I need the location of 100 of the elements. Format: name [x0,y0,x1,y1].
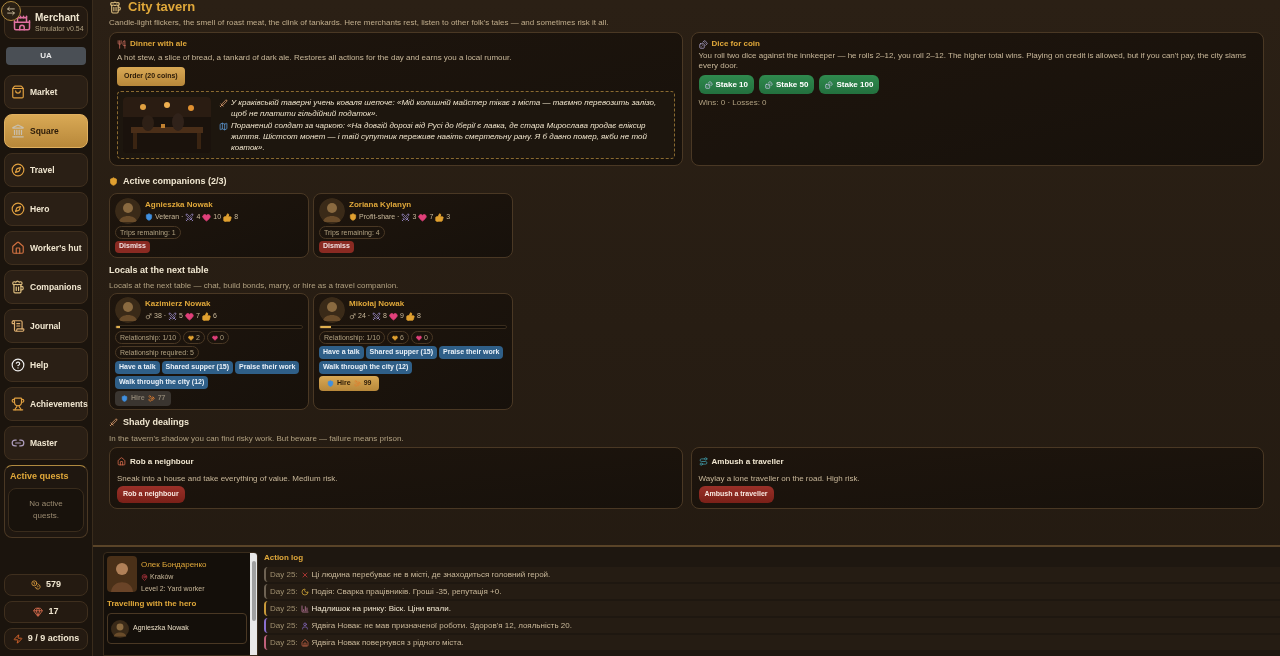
nav-item[interactable]: Companions [4,270,88,304]
log-title: Action log [264,552,305,564]
card-text: A hot stew, a slice of bread, a tankard of dark ale. Restores all actions for the day and earns you a local rumour. [117,52,513,64]
card-title: Dice for coin [711,38,760,50]
compass-icon [11,163,25,177]
moon-icon [300,587,309,596]
castle-icon [13,13,31,32]
bank-icon [11,124,25,138]
collapse-button[interactable] [1,1,21,21]
shield-icon [349,213,357,221]
utensils-icon [117,39,126,49]
mug-icon [11,280,25,294]
empty-quests-text: No active quests. [28,497,64,522]
log-day: Day 25: [270,585,298,598]
log-day: Day 25: [270,636,298,649]
job-title: Ambush a traveller [711,455,784,468]
card-text: You roll two dice against the innkeeper — he rolls 2–12, you roll 2–12. The higher total wins. Playing on credit is allowed, but if you can't pay, the city slams every door. [698,51,1247,71]
dice-icon [698,39,708,49]
nav-item[interactable]: Worker's hut [4,231,88,265]
job-text: Waylay a lone traveller on the road. High risk. [698,472,861,485]
log-text: Ядвіга Новак: не мав призначеної роботи. Здоров'я 12, лояльність 20. [311,619,572,632]
stake-button[interactable]: Stake 10 [698,75,754,94]
section-title: Locals at the next table [109,263,210,277]
log-text: Ядвіга Новак повернувся з рідного міста. [311,636,464,649]
nav-item[interactable]: Help [4,348,88,382]
heart-icon [415,334,422,341]
chart-icon [300,604,309,613]
bag-icon [11,85,25,99]
section-intro: In the tavern's shadow you can find risky work. But beware — failure means prison. [109,432,405,445]
swords-icon [401,212,411,222]
hero-name: Олек Бондаренко [141,559,207,571]
companion-name: Agnieszka Nowak [145,198,214,211]
road-icon [698,457,708,466]
house-icon [117,457,126,466]
travelling-title: Travelling with the hero [107,598,198,610]
log-text: Надлишок на ринку: Віск. Ціни впали. [311,602,451,615]
dagger-icon [109,418,118,428]
shield-icon [327,380,334,387]
nav-item[interactable]: Hero [4,192,88,226]
thumbs-up-icon [405,312,415,321]
rumour-text: У краківській таверні учень коваля шепоче: «Мій колишній майстер тікає з міста — таємно перевозить залізо, щоб не платити гільдійний податок». [231,97,658,119]
section-title: Active companions (2/3) [123,175,227,188]
thumbs-up-icon [223,212,233,222]
map-icon [219,122,228,131]
section-title: Shady dealings [123,416,190,429]
cross-icon [300,570,309,579]
card-title: Dinner with ale [130,38,187,50]
nav-item[interactable]: Market [4,75,88,109]
log-text: Подія: Сварка працівників. Гроші -35, репутація +0. [311,585,502,598]
page-title: City tavern [128,0,196,17]
heart-icon [418,212,428,222]
brand-title: Merchant [35,13,81,23]
male-icon [349,313,356,320]
thumbs-up-icon [201,312,211,321]
coins-icon [31,580,41,590]
companion-name: Zoriana Kylanyn [349,198,413,211]
shield-icon [145,213,153,221]
dice-icon [704,80,713,89]
heart-icon [184,312,194,321]
job-text: Sneak into a house and take everything of value. Medium risk. [117,472,339,485]
heart-icon [392,334,399,341]
compass-icon [11,202,25,216]
portrait [319,197,345,224]
log-day: Day 25: [270,568,298,581]
log-day: Day 25: [270,602,298,615]
heart-icon [388,312,398,321]
stake-button[interactable]: Stake 50 [758,75,815,94]
nav-item[interactable]: Achievements [4,387,88,421]
scroll-icon [11,319,25,333]
male-icon [145,313,152,320]
quests-title: Active quests [9,470,70,483]
dice-icon [764,80,773,89]
page-intro: Candle-light flickers, the smell of roast meat, the clink of tankards. Here merchants rest, listen to other folk's tales — and sometimes risk it all. [109,17,610,29]
dice-record: Wins: 0 · Losses: 0 [698,97,768,109]
nav-item[interactable]: Journal [4,309,88,343]
house-icon [300,638,309,647]
heart-icon [211,334,218,341]
nav-item[interactable]: Square [4,114,88,148]
gem-icon [33,607,44,617]
language-button[interactable]: UA [6,47,86,65]
portrait [115,197,141,224]
stake-button[interactable]: Stake 100 [819,75,880,94]
mug-icon [109,0,122,14]
person-icon [300,621,309,630]
lightning-icon [12,634,23,644]
rumour-text: Поранений солдат за чаркою: «На довгій дорозі від Русі до Іберії є лавка, де стара Мирослава продає еліксир життя. Шістсот монет — і твій супутник переживе навіть смертельну рану. Я б давно помер, якби не той ковток». [231,120,648,153]
trophy-icon [11,397,25,411]
thumbs-up-icon [435,212,445,222]
portrait [115,297,141,323]
local-name: Mikołaj Nowak [349,298,406,311]
heart-icon [188,334,195,341]
nav-item[interactable]: Master [4,426,88,460]
help-icon [11,358,25,372]
swords-icon [372,312,382,321]
nav-item[interactable]: Travel [4,153,88,187]
stat-value: 9 / 9 actions [27,632,80,646]
dice-icon [825,80,834,89]
swap-icon [6,6,16,16]
local-name: Kazimierz Nowak [145,298,212,311]
section-intro: Locals at the next table — chat, build bonds, marry, or hire as a travel companion. [109,280,400,292]
